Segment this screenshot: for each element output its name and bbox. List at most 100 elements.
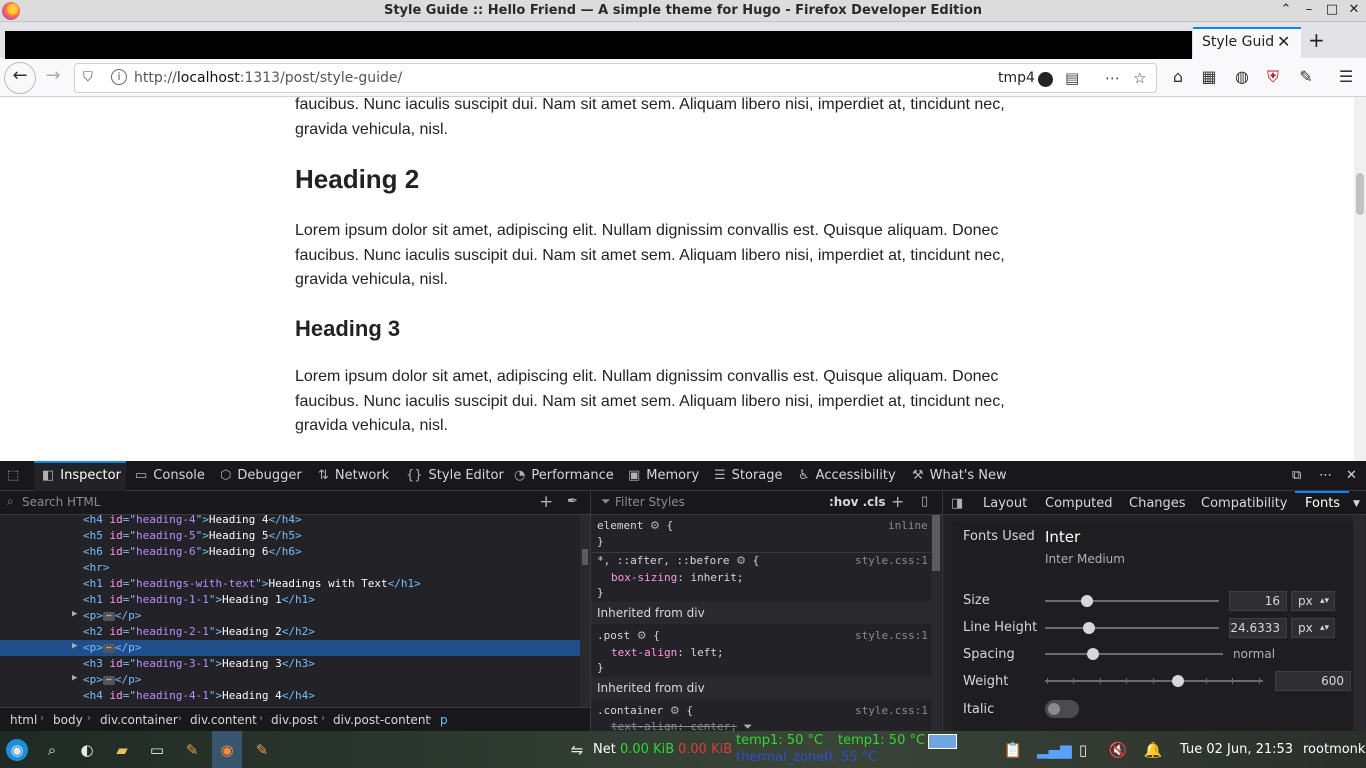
markup-node[interactable]: <hr> [0, 560, 580, 576]
size-input[interactable]: 16 [1229, 591, 1287, 611]
element-picker-icon[interactable]: ⬚ [7, 468, 25, 483]
close-tab-icon[interactable]: ✕ [1277, 32, 1290, 51]
tab-compatibility[interactable]: Compatibility [1201, 496, 1288, 511]
expand-twisty-icon[interactable]: ▶ [72, 641, 77, 651]
markup-node[interactable]: <h6 id="heading-6">Heading 6</h6> [0, 544, 580, 560]
close-devtools-icon[interactable]: ✕ [1346, 468, 1357, 483]
markup-node[interactable]: ▶ <p> ⋯ </p> [0, 672, 580, 688]
tab-inspector[interactable]: ◧ Inspector [42, 468, 121, 483]
crumb-body[interactable]: body [53, 713, 83, 727]
weight-slider[interactable] [1045, 675, 1263, 687]
redacted-tabs[interactable] [5, 31, 1192, 59]
collapse-window-icon[interactable]: – [1300, 2, 1318, 17]
line-height-slider[interactable] [1045, 622, 1219, 634]
extensions-icon[interactable]: ▦ [1198, 67, 1220, 86]
rule-container[interactable]: .container ⚙ {style.css:1 [597, 704, 928, 717]
hov-cls-toggle[interactable]: :hov .cls [829, 495, 886, 509]
tab-memory[interactable]: ▣ Memory [628, 468, 699, 483]
tab-fonts[interactable]: Fonts [1305, 496, 1340, 511]
tab-whats-new[interactable]: ⚒ What's New [912, 468, 1007, 483]
tracking-shield-icon[interactable]: ⛉ [83, 70, 93, 85]
sidebar-toggle-icon[interactable]: ◨ [951, 496, 963, 511]
reader-view-icon[interactable]: ▤ [1065, 69, 1079, 87]
terminal-icon[interactable]: ▭ [146, 739, 168, 761]
decl-box-sizing[interactable]: box-sizing: inherit; [611, 571, 743, 584]
tab-computed[interactable]: Computed [1045, 496, 1113, 511]
ublock-origin-icon[interactable]: ⛨ [1262, 67, 1284, 87]
chevron-down-icon[interactable]: ▼ [1353, 499, 1360, 509]
print-simulation-icon[interactable]: ▯ [921, 494, 928, 509]
crumb-div-container[interactable]: div.container [100, 713, 178, 727]
rule-element[interactable]: element ⚙ {inline [597, 519, 928, 532]
record-icon[interactable] [1038, 72, 1053, 87]
url-text[interactable]: http://localhost:1313/post/style-guide/ [134, 70, 402, 86]
line-height-slider-knob[interactable] [1083, 622, 1095, 634]
line-height-input[interactable]: 24.6333 [1229, 618, 1287, 638]
add-node-icon[interactable]: + [539, 492, 553, 512]
markup-scrollbar[interactable] [580, 515, 590, 707]
url-bar[interactable]: ⛉ i http://localhost:1313/post/style-gui… [74, 63, 1157, 93]
text-editor-icon[interactable]: ✎ [181, 739, 203, 761]
page-scrollbar-thumb[interactable] [1356, 173, 1364, 215]
tab-accessibility[interactable]: ♿ Accessibility [798, 468, 896, 483]
crumb-p[interactable]: p [440, 713, 448, 727]
start-menu-icon[interactable]: ◉ [6, 739, 28, 761]
markup-node[interactable]: <h1 id="heading-1-1">Heading 1</h1> [0, 592, 580, 608]
markup-node[interactable]: <h1 id="headings-with-text">Headings wit… [0, 576, 580, 592]
crumb-div-content[interactable]: div.content [190, 713, 257, 727]
notification-bell-icon[interactable]: 🔔 [1142, 739, 1164, 761]
battery-icon[interactable]: ▯ [1072, 739, 1094, 761]
expand-twisty-icon[interactable]: ▶ [72, 673, 77, 683]
site-info-icon[interactable]: i [111, 69, 127, 85]
markup-node[interactable]: ▶ <p> ⋯ </p> [0, 608, 580, 624]
search-app-icon[interactable]: ⌕ [41, 739, 63, 761]
tab-debugger[interactable]: ⬡ Debugger [220, 468, 302, 483]
tab-style-editor[interactable]: {} Style Editor [406, 468, 504, 483]
close-window-icon[interactable]: ✕ [1345, 2, 1363, 17]
tab-storage[interactable]: ☰ Storage [714, 468, 783, 483]
page-scrollbar[interactable] [1354, 97, 1366, 461]
dock-options-icon[interactable]: ⧉ [1292, 468, 1301, 483]
globe-extension-icon[interactable]: ◍ [1231, 67, 1253, 86]
file-manager-icon[interactable]: ▰ [111, 739, 133, 761]
network-status-icon[interactable]: ⇋ [566, 739, 588, 761]
weight-input[interactable]: 600 [1275, 671, 1351, 691]
crumb-div-post[interactable]: div.post [271, 713, 318, 727]
volume-muted-icon[interactable]: 🔇 [1107, 739, 1129, 761]
devtools-extension-icon[interactable]: ✎ [1295, 67, 1317, 86]
line-height-unit-select[interactable]: px ▴▾ [1291, 618, 1335, 638]
markup-node[interactable]: <h4 id="heading-4">Heading 4</h4> [0, 512, 580, 528]
markup-node[interactable]: <h3 id="heading-3-1">Heading 3</h3> [0, 656, 580, 672]
decl-text-align[interactable]: text-align: left; [611, 646, 724, 659]
filter-styles-input[interactable]: Filter Styles [615, 495, 685, 509]
firefox-taskbar-icon[interactable]: ◉ [216, 739, 238, 761]
hamburger-menu-icon[interactable]: ☰ [1335, 67, 1357, 86]
signal-bars-icon[interactable]: ▂▄▆ [1037, 739, 1072, 761]
bookmark-star-icon[interactable]: ☆ [1133, 69, 1146, 87]
add-rule-icon[interactable]: + [891, 492, 904, 511]
rule-post[interactable]: .post ⚙ {style.css:1 [597, 629, 928, 642]
size-slider-knob[interactable] [1081, 595, 1093, 607]
clock[interactable]: Tue 02 Jun, 21:53 [1180, 742, 1293, 757]
fonts-scrollbar[interactable] [1353, 515, 1365, 731]
maximize-window-icon[interactable]: □ [1323, 2, 1341, 17]
forward-arrow-icon[interactable]: → [40, 65, 66, 86]
username[interactable]: rootmonk [1303, 742, 1365, 757]
rules-scrollbar[interactable] [931, 515, 941, 731]
italic-toggle[interactable] [1045, 700, 1079, 718]
search-html-input[interactable]: Search HTML [22, 495, 100, 509]
spacing-slider[interactable] [1045, 648, 1223, 660]
rule-universal[interactable]: *, ::after, ::before ⚙ {style.css:1 [597, 554, 928, 567]
size-slider[interactable] [1045, 595, 1219, 607]
browser-app-icon[interactable]: ◐ [76, 739, 98, 761]
devtools-menu-icon[interactable]: ⋯ [1319, 468, 1332, 483]
page-actions-icon[interactable]: ⋯ [1105, 69, 1120, 87]
spacing-slider-knob[interactable] [1087, 648, 1099, 660]
crumb-div-post-content[interactable]: div.post-content [333, 713, 430, 727]
tab-console[interactable]: ▭ Console [135, 468, 205, 483]
size-unit-select[interactable]: px ▴▾ [1291, 591, 1335, 611]
extension-label[interactable]: tmp4 [998, 70, 1035, 86]
markup-node[interactable]: ▶ <p> ⋯ </p> [0, 640, 580, 656]
markup-node[interactable]: <h5 id="heading-5">Heading 5</h5> [0, 528, 580, 544]
tab-changes[interactable]: Changes [1129, 496, 1186, 511]
